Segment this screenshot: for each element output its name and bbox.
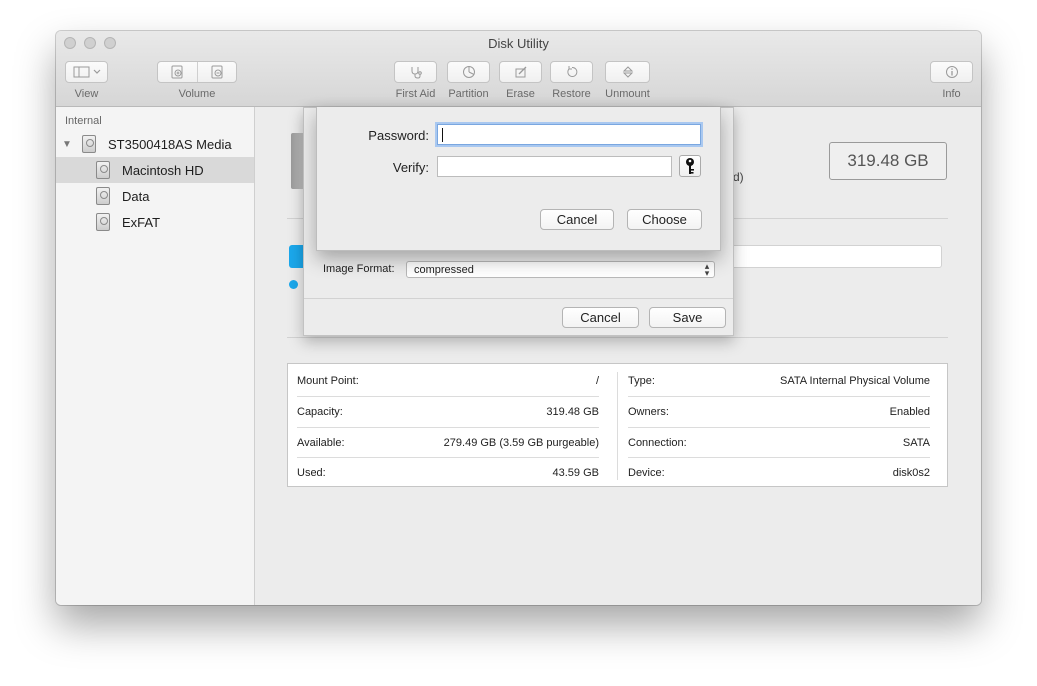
key-icon — [686, 158, 694, 174]
password-assistant-button[interactable] — [679, 155, 701, 177]
info-value: disk0s2 — [892, 466, 930, 479]
choose-button[interactable]: Choose — [627, 209, 702, 230]
add-volume-icon — [171, 65, 183, 79]
add-volume-button[interactable] — [158, 62, 197, 82]
image-format-select[interactable]: compressed ▴ ▾ — [406, 261, 715, 278]
sidebar-item-data[interactable]: Data — [56, 183, 254, 209]
sidebar: Internal ▼ ST3500418AS Media Macintosh H… — [56, 107, 255, 605]
erase-button[interactable] — [499, 61, 542, 83]
info-row-type: Type: SATA Internal Physical Volume — [628, 365, 930, 396]
verify-label: Verify: — [392, 160, 429, 175]
password-sheet: Password: Verify: Cancel Choose — [316, 107, 721, 251]
restore-button[interactable] — [550, 61, 593, 83]
info-value: / — [595, 374, 599, 387]
info-row-connection: Connection: SATA — [628, 427, 930, 458]
info-column-left: Mount Point: / Capacity: 319.48 GB Avail… — [288, 364, 608, 486]
volume-buttons — [157, 61, 237, 83]
verify-field[interactable] — [437, 156, 672, 177]
info-label: Mount Point: — [297, 374, 359, 387]
pie-chart-icon — [462, 66, 475, 78]
sidebar-item-label: ST3500418AS Media — [108, 136, 232, 152]
volume-info-table: Mount Point: / Capacity: 319.48 GB Avail… — [287, 363, 948, 487]
info-value: SATA Internal Physical Volume — [780, 374, 930, 387]
info-label: Type: — [628, 374, 655, 387]
restore-icon — [566, 66, 577, 77]
restore-label: Restore — [552, 88, 591, 100]
hard-disk-icon — [82, 135, 96, 153]
info-row-used: Used: 43.59 GB — [297, 457, 599, 488]
window-title: Disk Utility — [488, 36, 549, 51]
column-divider — [617, 372, 618, 480]
sheet-divider — [304, 298, 733, 299]
info-row-owners: Owners: Enabled — [628, 396, 930, 427]
text-caret — [442, 127, 443, 142]
sidebar-item-exfat[interactable]: ExFAT — [56, 209, 254, 235]
info-value: SATA — [902, 436, 930, 449]
stethoscope-icon — [411, 67, 422, 79]
sidebar-toggle-icon — [73, 66, 100, 78]
info-row-available: Available: 279.49 GB (3.59 GB purgeable) — [297, 427, 599, 458]
remove-volume-icon — [211, 65, 223, 79]
password-field[interactable] — [437, 124, 701, 145]
toolbar: Disk Utility View Volume First Aid Parti… — [56, 31, 981, 107]
info-label: Device: — [628, 466, 665, 479]
image-format-value: compressed — [414, 263, 474, 276]
info-value: 43.59 GB — [552, 466, 599, 479]
info-row-mount-point: Mount Point: / — [297, 365, 599, 396]
info-row-device: Device: disk0s2 — [628, 457, 930, 488]
disclosure-triangle-icon[interactable]: ▼ — [62, 139, 78, 150]
sidebar-item-label: ExFAT — [122, 214, 161, 230]
cancel-password-button[interactable]: Cancel — [540, 209, 614, 230]
capacity-display: 319.48 GB — [829, 142, 947, 180]
partition-label: Partition — [448, 88, 489, 100]
unmount-button[interactable] — [605, 61, 650, 83]
info-row-capacity: Capacity: 319.48 GB — [297, 396, 599, 427]
cancel-save-button[interactable]: Cancel — [562, 307, 639, 328]
view-label: View — [74, 88, 99, 100]
sidebar-section-internal: Internal — [65, 115, 102, 127]
image-format-label: Image Format: — [323, 263, 395, 275]
info-value: Enabled — [889, 405, 930, 418]
volume-subtitle-fragment: d) — [733, 170, 744, 184]
eject-icon — [622, 66, 633, 78]
partition-button[interactable] — [447, 61, 490, 83]
info-icon — [945, 66, 958, 78]
info-label: Capacity: — [297, 405, 343, 418]
volume-icon — [96, 213, 110, 231]
info-value: 279.49 GB (3.59 GB purgeable) — [443, 436, 599, 449]
info-label: Owners: — [628, 405, 669, 418]
view-button[interactable] — [65, 61, 108, 83]
sidebar-item-macintosh-hd[interactable]: Macintosh HD — [56, 157, 254, 183]
legend-used-dot — [289, 280, 298, 289]
remove-volume-button[interactable] — [196, 62, 237, 82]
erase-icon — [515, 66, 526, 78]
info-column-right: Type: SATA Internal Physical Volume Owne… — [619, 364, 939, 486]
first-aid-button[interactable] — [394, 61, 437, 83]
sidebar-item-disk[interactable]: ▼ ST3500418AS Media — [56, 131, 254, 157]
unmount-label: Unmount — [605, 88, 650, 100]
usage-bar-track — [733, 245, 942, 268]
volume-icon — [96, 187, 110, 205]
erase-label: Erase — [506, 88, 535, 100]
info-label: Info — [942, 88, 961, 100]
volume-label: Volume — [178, 88, 216, 100]
info-label: Connection: — [628, 436, 687, 449]
sidebar-item-label: Macintosh HD — [122, 162, 204, 178]
info-value: 319.48 GB — [546, 405, 599, 418]
save-button[interactable]: Save — [649, 307, 726, 328]
info-button[interactable] — [930, 61, 973, 83]
info-label: Available: — [297, 436, 345, 449]
volume-icon — [96, 161, 110, 179]
first-aid-label: First Aid — [395, 88, 436, 100]
info-label: Used: — [297, 466, 326, 479]
chevron-up-down-icon: ▴ ▾ — [704, 260, 710, 278]
sidebar-item-label: Data — [122, 188, 150, 204]
divider — [287, 337, 948, 338]
password-label: Password: — [368, 128, 429, 143]
